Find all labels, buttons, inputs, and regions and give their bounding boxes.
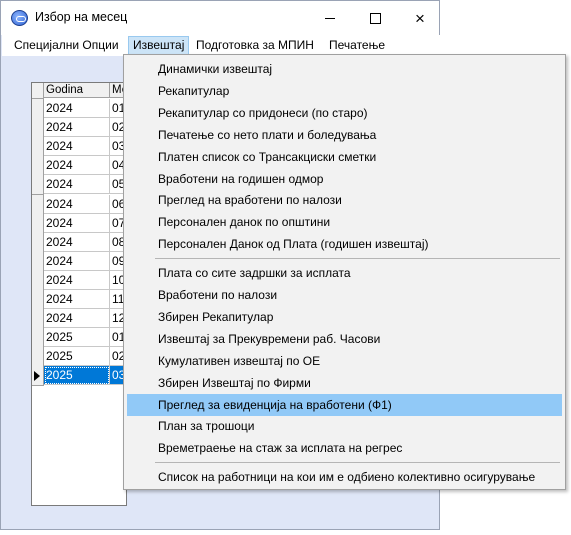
cell-year[interactable]: 2024	[44, 137, 110, 157]
table-row[interactable]: 2024 08	[32, 232, 126, 253]
row-selector[interactable]	[32, 328, 44, 349]
menu-item-report[interactable]: Кумулативен извештај по ОЕ	[127, 350, 562, 372]
menu-item-report[interactable]: Збирен Извештај по Фирми	[127, 372, 562, 394]
menu-item-report[interactable]: Времетраење на стаж за исплата на регрес	[127, 437, 562, 459]
menu-item-report[interactable]: Рекапитулар со придонеси (по старо)	[127, 102, 562, 124]
cell-year[interactable]: 2024	[44, 290, 110, 309]
menu-item-report[interactable]: Извештај за Прекувремени раб. Часови	[127, 328, 562, 350]
row-selector[interactable]	[32, 137, 44, 158]
cell-year[interactable]: 2024	[44, 213, 110, 233]
menu-separator	[155, 462, 560, 464]
cell-year[interactable]: 2025	[44, 347, 110, 367]
table-row[interactable]: 2024 10	[32, 270, 126, 291]
menu-printing[interactable]: Печатење	[325, 36, 389, 55]
table-row[interactable]: 2024 02	[32, 118, 126, 139]
table-row[interactable]: 2024 09	[32, 251, 126, 272]
minimize-icon	[325, 17, 335, 19]
month-grid[interactable]: Godina Ме 2024 01 2024 02 2024 03 2024 04 2024 05…	[31, 82, 127, 506]
cell-year[interactable]: 2024	[44, 156, 110, 176]
header-row-selector	[32, 83, 44, 99]
grid-header: Godina Ме	[32, 83, 126, 99]
close-icon: ×	[415, 8, 425, 28]
current-row-arrow-icon	[34, 371, 40, 382]
menu-item-report[interactable]: Платен список со Трансакциски сметки	[127, 146, 562, 168]
row-selector[interactable]	[32, 366, 44, 387]
table-row[interactable]: 2024 11	[32, 290, 126, 310]
table-row[interactable]: 2024 07	[32, 213, 126, 234]
menu-item-report[interactable]: Список на работници на кои им е одбиено …	[127, 466, 562, 488]
menu-item-report[interactable]: Преглед за евиденција на вработени (Ф1)	[127, 393, 562, 416]
cell-year[interactable]: 2025	[44, 328, 110, 348]
app-icon	[11, 10, 28, 26]
menu-special-options[interactable]: Специјални Опции	[10, 36, 123, 55]
row-selector[interactable]	[32, 309, 44, 330]
menu-item-report[interactable]: Персонален данок по општини	[127, 211, 562, 233]
maximize-button[interactable]	[352, 1, 398, 35]
row-selector[interactable]	[32, 118, 44, 139]
menu-item-report[interactable]: Рекапитулар	[127, 80, 562, 102]
menu-item-report[interactable]: Плата со сите задршки за исплата	[127, 262, 562, 284]
close-button[interactable]: ×	[397, 1, 443, 35]
cell-year[interactable]: 2024	[44, 232, 110, 252]
row-selector[interactable]	[32, 347, 44, 368]
window-title: Избор на месец	[35, 10, 128, 24]
cell-year[interactable]: 2024	[44, 270, 110, 290]
title-bar[interactable]: Избор на месец ×	[1, 1, 439, 35]
maximize-icon	[369, 12, 381, 24]
cell-year[interactable]: 2024	[44, 194, 110, 214]
row-selector[interactable]	[32, 232, 44, 253]
table-row[interactable]: 2024 03	[32, 137, 126, 158]
menu-item-report[interactable]: Динамички извештај	[127, 58, 562, 80]
cell-year[interactable]: 2024	[44, 99, 110, 118]
table-row[interactable]: 2024 12	[32, 309, 126, 330]
cell-year[interactable]: 2025	[44, 366, 110, 386]
table-row[interactable]: 2024 06	[32, 194, 126, 215]
menu-separator	[155, 258, 560, 260]
menu-mpin-preparation[interactable]: Подготовка за МПИН	[192, 36, 318, 55]
row-selector[interactable]	[32, 156, 44, 177]
cell-year[interactable]: 2024	[44, 175, 110, 195]
table-row[interactable]: 2024 04	[32, 156, 126, 177]
column-header-year[interactable]: Godina	[44, 83, 110, 98]
table-row[interactable]: 2024 05	[32, 175, 126, 196]
cell-year[interactable]: 2024	[44, 118, 110, 138]
menu-item-report[interactable]: Персонален Данок од Плата (годишен извеш…	[127, 233, 562, 255]
cell-year[interactable]: 2024	[44, 251, 110, 271]
menu-item-report[interactable]: Вработени по налози	[127, 284, 562, 306]
row-selector[interactable]	[32, 175, 44, 196]
row-selector[interactable]	[32, 251, 44, 272]
row-selector[interactable]	[32, 99, 44, 119]
menu-item-report[interactable]: Преглед на вработени по налози	[127, 189, 562, 211]
menu-reports[interactable]: Извештај	[128, 36, 190, 55]
menu-bar: Специјални Опции Извештај Подготовка за …	[2, 35, 440, 56]
row-selector[interactable]	[32, 290, 44, 310]
row-selector[interactable]	[32, 194, 44, 215]
row-selector[interactable]	[32, 270, 44, 291]
row-selector[interactable]	[32, 213, 44, 234]
table-row[interactable]: 2025 02	[32, 347, 126, 368]
cell-year[interactable]: 2024	[44, 309, 110, 329]
table-row[interactable]: 2025 03	[32, 366, 126, 387]
menu-item-report[interactable]: План за трошоци	[127, 415, 562, 437]
menu-item-report[interactable]: Збирен Рекапитулар	[127, 306, 562, 328]
menu-item-report[interactable]: Печатење со нето плати и боледувања	[127, 124, 562, 146]
table-row[interactable]: 2025 01	[32, 328, 126, 349]
table-row[interactable]: 2024 01	[32, 99, 126, 119]
minimize-button[interactable]	[307, 1, 353, 35]
reports-dropdown-menu: Динамички извештај Рекапитулар Рекапитулар…	[123, 54, 566, 490]
menu-item-report[interactable]: Вработени на годишен одмор	[127, 168, 562, 190]
